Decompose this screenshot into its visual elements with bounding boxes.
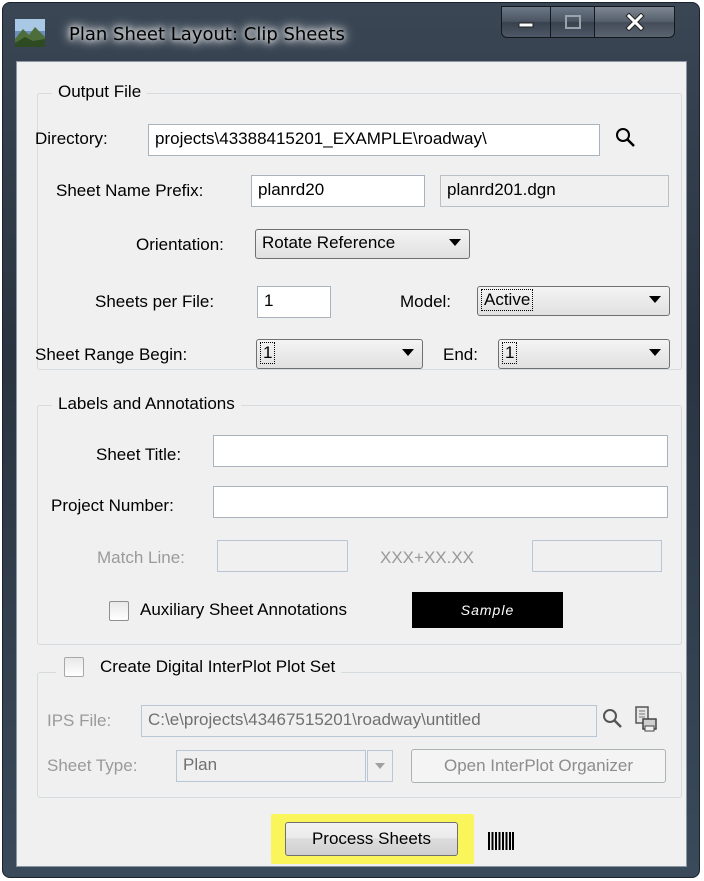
output-file-legend: Output File (52, 82, 148, 102)
process-sheets-button[interactable]: Process Sheets (285, 822, 458, 856)
directory-input[interactable]: projects\43388415201_EXAMPLE\roadway\ (148, 124, 600, 156)
sample-preview[interactable]: Sample (412, 592, 563, 628)
chevron-down-icon (402, 349, 414, 356)
sheet-range-begin-label: Sheet Range Begin: (35, 345, 188, 364)
sheet-range-end-value: 1 (501, 342, 518, 364)
browse-ips-search-icon (603, 709, 622, 728)
orientation-select[interactable]: Rotate Reference (255, 229, 470, 259)
labels-annotations-legend: Labels and Annotations (52, 394, 241, 414)
orientation-label: Orientation: (136, 235, 224, 254)
chevron-down-icon (375, 763, 385, 769)
model-select[interactable]: Active (477, 286, 670, 316)
dialog-body: Output File Directory: projects\43388415… (16, 61, 687, 867)
interplot-legend: Create Digital InterPlot Plot Set (56, 656, 342, 678)
progress-bars-icon (488, 832, 514, 850)
caption-buttons (501, 6, 675, 38)
maximize-button[interactable] (551, 6, 595, 38)
sheet-range-end-select[interactable]: 1 (498, 339, 670, 369)
dialog-window: Plan Sheet Layout: Clip Sheets Output Fi… (2, 2, 700, 878)
minimize-icon (518, 22, 534, 28)
sheet-type-value: Plan (183, 755, 218, 774)
sheets-per-file-label: Sheets per File: (95, 292, 215, 311)
sheet-type-dropdown-button (367, 750, 393, 782)
close-icon (624, 13, 645, 31)
minimize-button[interactable] (501, 6, 551, 38)
chevron-down-icon (649, 296, 661, 303)
chevron-down-icon (649, 349, 661, 356)
app-landscape-icon (15, 19, 45, 47)
title-bar[interactable]: Plan Sheet Layout: Clip Sheets (3, 3, 699, 61)
sheet-type-label: Sheet Type: (47, 756, 138, 775)
station-input (532, 540, 662, 572)
station-format-label: XXX+XX.XX (380, 548, 475, 567)
end-label: End: (443, 345, 478, 364)
directory-label: Directory: (35, 129, 108, 148)
model-label: Model: (400, 292, 452, 311)
sheet-name-prefix-input[interactable]: planrd20 (251, 175, 425, 207)
close-button[interactable] (595, 6, 675, 38)
match-line-input (217, 540, 348, 572)
create-interplot-checkbox[interactable] (64, 656, 84, 677)
auxiliary-annotations-label: Auxiliary Sheet Annotations (140, 600, 347, 619)
chevron-down-icon (449, 239, 461, 246)
maximize-icon (564, 15, 581, 29)
ips-file-input: C:\e\projects\43467515201\roadway\untitl… (141, 705, 597, 737)
orientation-value: Rotate Reference (262, 233, 396, 252)
model-value: Active (480, 289, 534, 311)
sheet-name-preview: planrd201.dgn (440, 175, 669, 207)
sheet-range-begin-select[interactable]: 1 (256, 339, 423, 369)
window-title: Plan Sheet Layout: Clip Sheets (69, 24, 345, 45)
sheets-per-file-input[interactable]: 1 (257, 286, 331, 318)
project-number-input[interactable] (213, 486, 668, 518)
sheet-title-input[interactable] (213, 435, 668, 467)
match-line-label: Match Line: (97, 548, 185, 567)
plot-organizer-icon (635, 706, 657, 732)
sheet-name-prefix-label: Sheet Name Prefix: (56, 181, 204, 200)
sheet-type-select: Plan (176, 750, 366, 782)
browse-directory-search-icon[interactable] (614, 126, 638, 150)
ips-file-label: IPS File: (47, 711, 112, 730)
create-interplot-label: Create Digital InterPlot Plot Set (100, 657, 336, 676)
auxiliary-annotations-checkbox[interactable] (109, 601, 129, 621)
project-number-label: Project Number: (51, 496, 174, 515)
sample-text: Sample (460, 602, 515, 618)
sheet-range-begin-value: 1 (259, 342, 276, 364)
ips-file-value: C:\e\projects\43467515201\roadway\untitl… (148, 710, 481, 729)
sheet-title-label: Sheet Title: (96, 445, 182, 464)
open-interplot-organizer-button: Open InterPlot Organizer (411, 749, 666, 783)
